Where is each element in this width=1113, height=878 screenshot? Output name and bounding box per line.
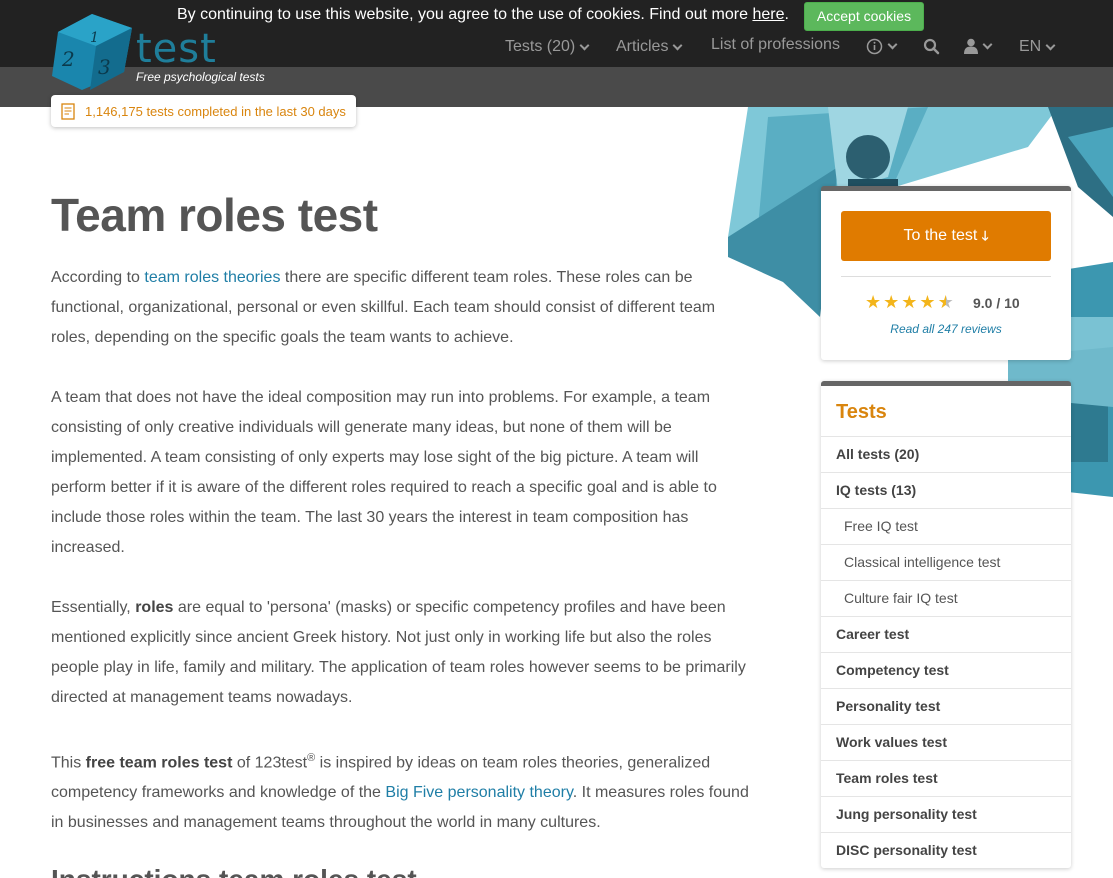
- cookie-notice-text: By continuing to use this website, you a…: [177, 6, 753, 23]
- to-the-test-button[interactable]: To the test 🡓: [841, 211, 1051, 261]
- menu-item-team-roles-test[interactable]: Team roles test: [821, 760, 1071, 796]
- instructions-heading: Instructions team roles test: [51, 864, 417, 878]
- chevron-down-icon: [673, 40, 683, 50]
- team-roles-theories-link[interactable]: team roles theories: [144, 269, 280, 286]
- nav-search[interactable]: [923, 38, 940, 55]
- cookie-more-link[interactable]: here: [752, 6, 784, 23]
- to-the-test-label: To the test: [903, 227, 978, 244]
- composition-paragraph: A team that does not have the ideal comp…: [51, 389, 717, 556]
- rating-stars: ★ ★ ★ ★ ★: [865, 293, 956, 311]
- tests-counter-text: 1,146,175 tests completed in the last 30…: [85, 103, 346, 119]
- info-icon: [866, 38, 883, 55]
- rating-score: 9.0 / 10: [973, 295, 1020, 311]
- arrow-down-icon: 🡓: [981, 228, 989, 243]
- intro-paragraph: According to team roles theories there a…: [51, 263, 756, 353]
- star-icon: ★: [901, 292, 918, 312]
- logo-cube-icon: 2 3 1: [52, 14, 132, 90]
- nav-professions-label: List of professions: [711, 36, 840, 53]
- about-test-paragraph: This free team roles test of 123test® is…: [51, 743, 761, 838]
- menu-item-iq-tests[interactable]: IQ tests (13): [821, 472, 1071, 508]
- nav-language-label: EN: [1019, 38, 1042, 55]
- clipboard-icon: [61, 102, 75, 120]
- menu-item-career-test[interactable]: Career test: [821, 616, 1071, 652]
- svg-text:2: 2: [61, 47, 75, 71]
- cookie-notice: By continuing to use this website, you a…: [177, 6, 789, 24]
- menu-item-all-tests[interactable]: All tests (20): [821, 436, 1071, 472]
- chevron-down-icon: [579, 40, 590, 50]
- menu-item-work-values-test[interactable]: Work values test: [821, 724, 1071, 760]
- menu-item-classical-intelligence-test[interactable]: Classical intelligence test: [821, 544, 1071, 580]
- chevron-down-icon: [1045, 40, 1056, 50]
- menu-item-personality-test[interactable]: Personality test: [821, 688, 1071, 724]
- star-half-icon: ★: [937, 292, 954, 312]
- svg-text:1: 1: [90, 30, 99, 46]
- menu-item-free-iq-test[interactable]: Free IQ test: [821, 508, 1071, 544]
- search-icon: [923, 38, 940, 55]
- roles-paragraph: Essentially, roles are equal to 'persona…: [51, 593, 756, 713]
- tests-counter-badge: 1,146,175 tests completed in the last 30…: [51, 95, 356, 127]
- chevron-down-icon: [887, 39, 898, 50]
- logo-tagline: Free psychological tests: [136, 70, 265, 84]
- star-icon: ★: [919, 292, 936, 312]
- svg-text:3: 3: [98, 55, 111, 79]
- roles-bold: roles: [135, 599, 174, 616]
- p4-text-a: This: [51, 754, 86, 772]
- menu-item-disc-personality-test[interactable]: DISC personality test: [821, 832, 1071, 868]
- nav-tests-label: Tests (20): [505, 38, 576, 55]
- nav-articles-label: Articles: [616, 38, 669, 55]
- nav-info[interactable]: [866, 38, 898, 55]
- logo-text: test: [136, 26, 217, 72]
- menu-item-culture-fair-iq-test[interactable]: Culture fair IQ test: [821, 580, 1071, 616]
- tests-menu-card: Tests All tests (20) IQ tests (13) Free …: [821, 381, 1071, 868]
- user-icon: [964, 38, 978, 54]
- tests-menu-title: Tests: [836, 401, 887, 423]
- p4-text-b: of 123test: [232, 754, 308, 772]
- p3-text-a: Essentially,: [51, 599, 136, 616]
- card-divider: [841, 276, 1051, 277]
- page-title: Team roles test: [51, 189, 378, 241]
- menu-item-jung-personality-test[interactable]: Jung personality test: [821, 796, 1071, 832]
- cookie-notice-period: .: [784, 6, 789, 23]
- p1-text-a: According to: [51, 269, 145, 286]
- nav-language[interactable]: EN: [1019, 38, 1056, 56]
- nav-user[interactable]: [964, 38, 993, 54]
- star-icon: ★: [883, 292, 900, 312]
- star-icon: ★: [865, 292, 882, 312]
- menu-item-competency-test[interactable]: Competency test: [821, 652, 1071, 688]
- big-five-link[interactable]: Big Five personality theory: [385, 784, 572, 801]
- nav-articles[interactable]: Articles: [616, 38, 683, 56]
- read-reviews-link[interactable]: Read all 247 reviews: [821, 322, 1071, 336]
- accept-cookies-button[interactable]: Accept cookies: [804, 2, 924, 31]
- nav-tests[interactable]: Tests (20): [505, 38, 590, 56]
- rating-card: To the test 🡓 ★ ★ ★ ★ ★ 9.0 / 10 Read al…: [821, 186, 1071, 360]
- nav-professions[interactable]: List of professions: [711, 36, 840, 54]
- free-test-bold: free team roles test: [85, 754, 233, 772]
- chevron-down-icon: [982, 39, 993, 49]
